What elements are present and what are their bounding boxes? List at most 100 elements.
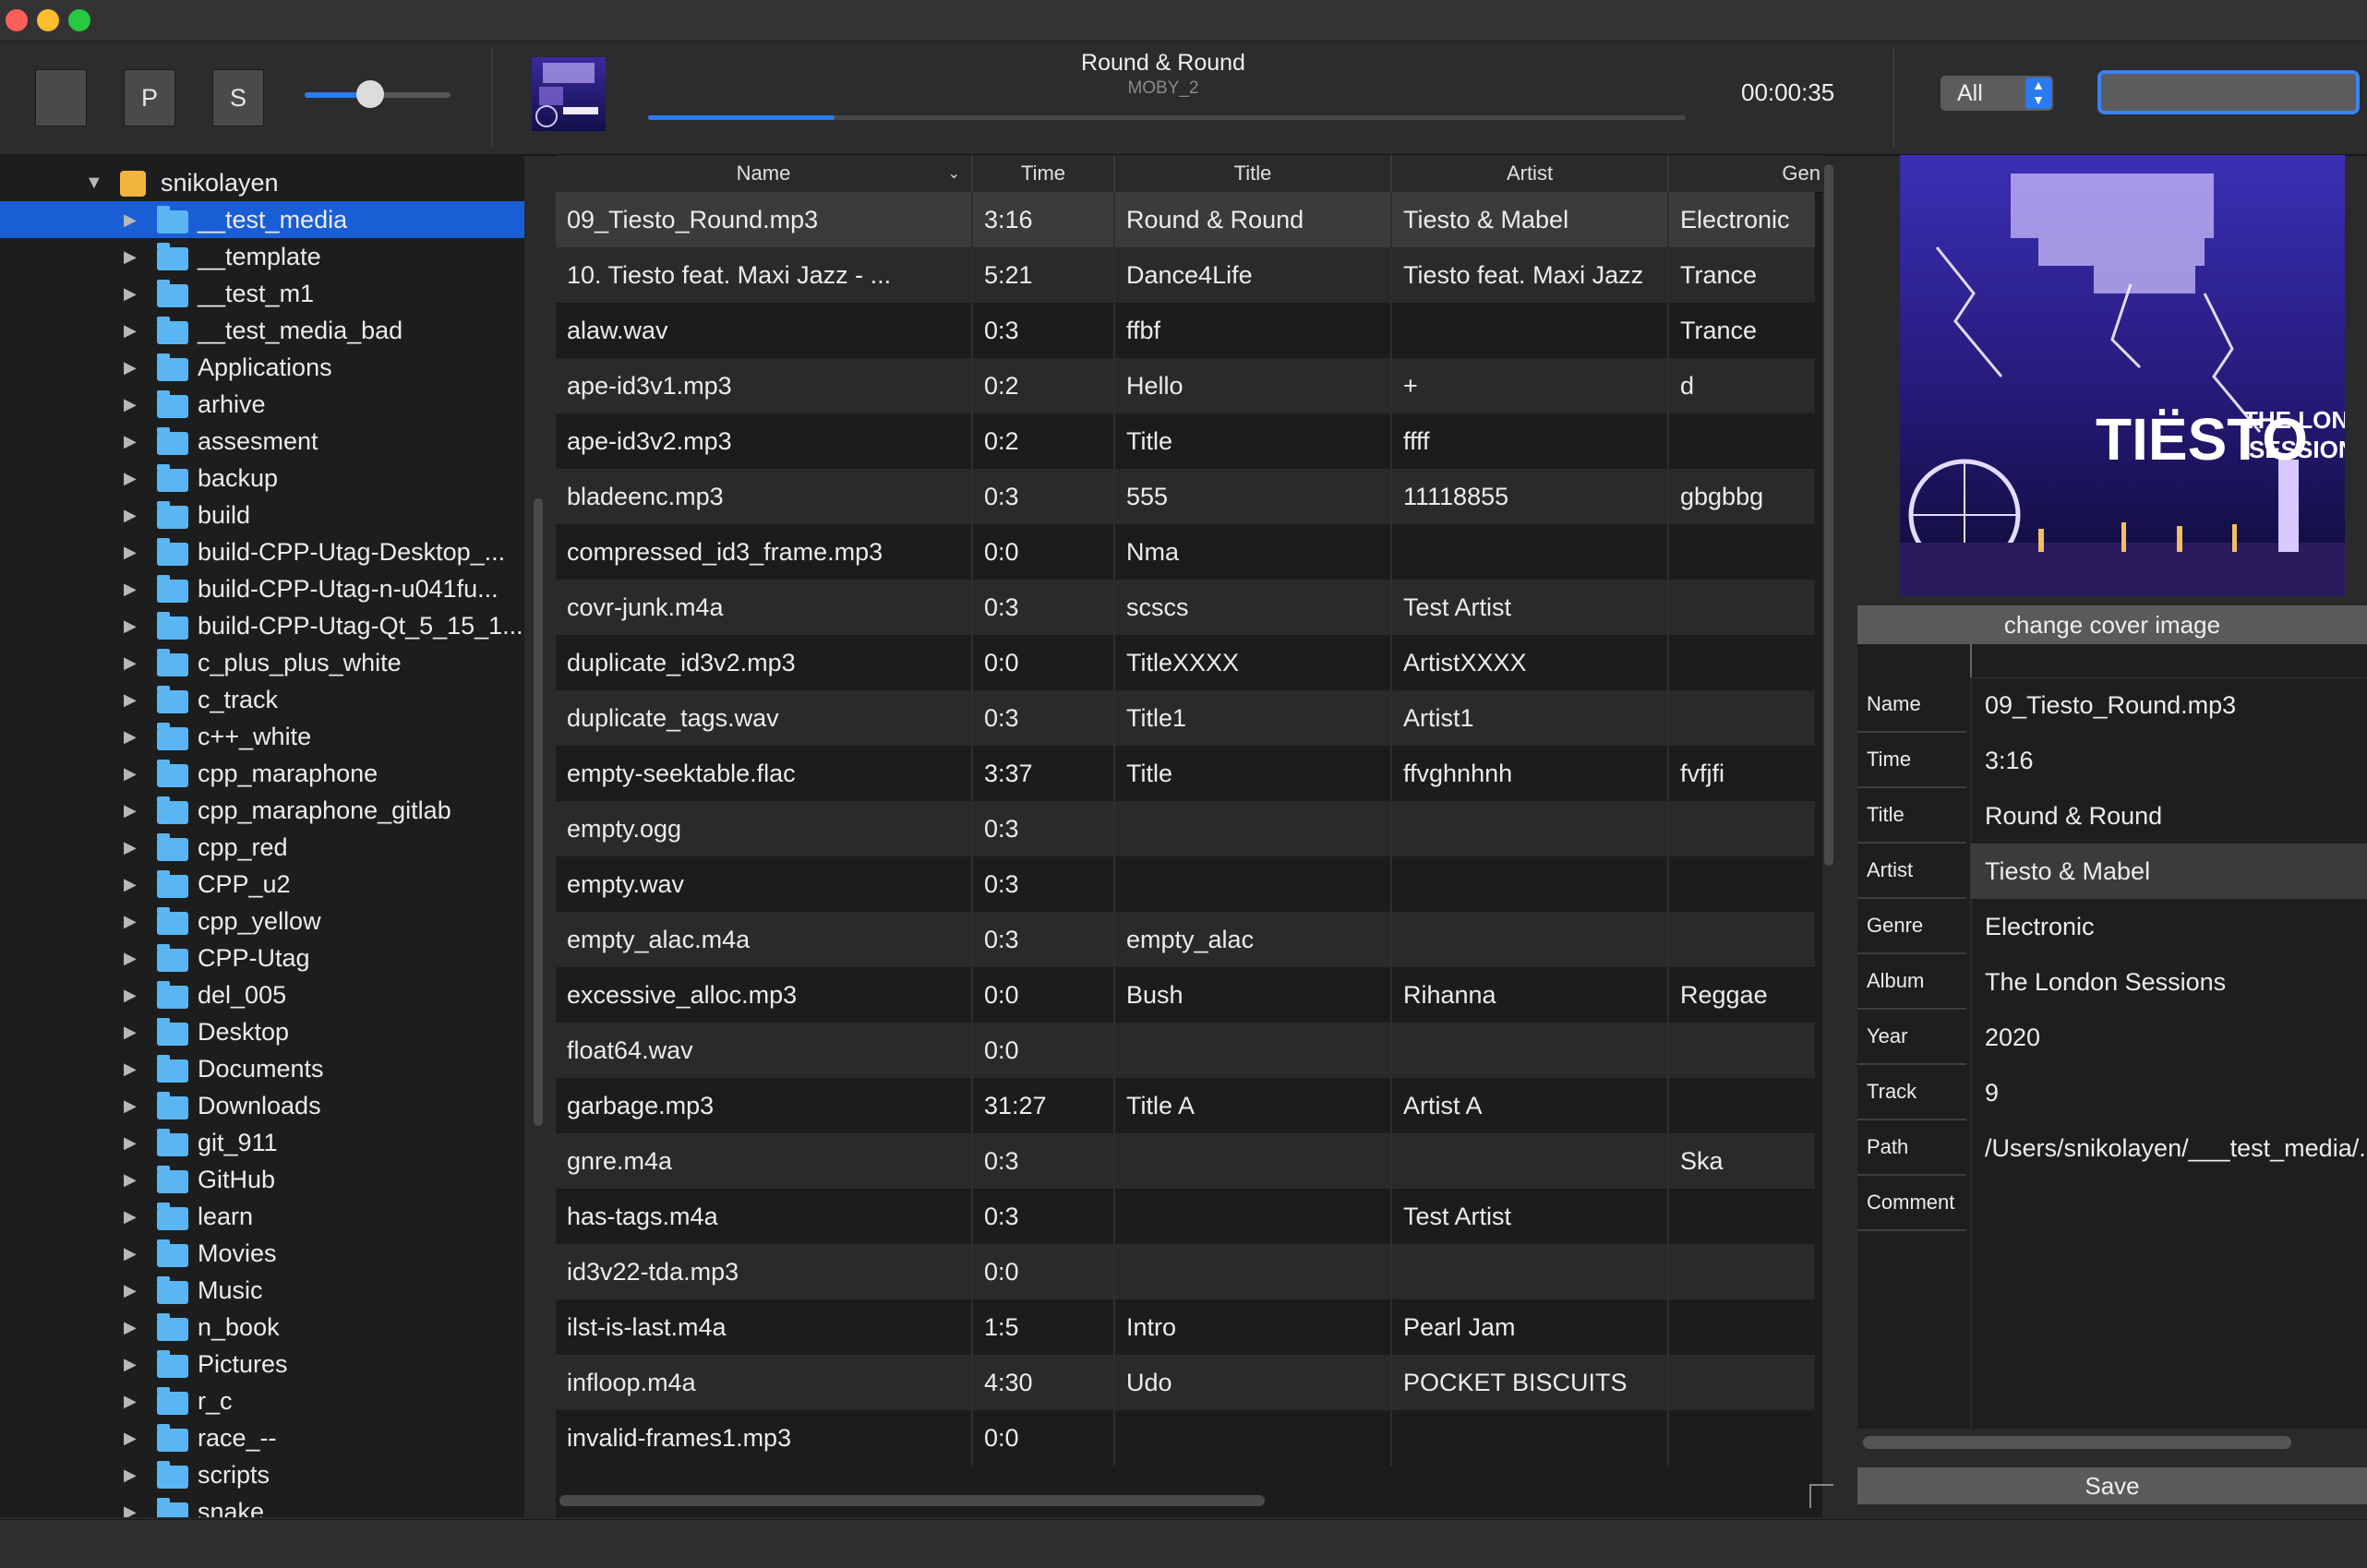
expand-right-icon[interactable]: ▶ <box>124 1429 137 1448</box>
expand-right-icon[interactable]: ▶ <box>124 1133 137 1153</box>
zoom-window-button[interactable] <box>68 9 90 31</box>
expand-right-icon[interactable]: ▶ <box>124 1207 137 1227</box>
expand-right-icon[interactable]: ▶ <box>124 580 137 599</box>
tree-item[interactable]: ▶ del_005 <box>0 976 524 1013</box>
tree-item[interactable]: ▶ cpp_yellow <box>0 903 524 940</box>
tree-item[interactable]: ▶ Desktop <box>0 1013 524 1050</box>
expand-right-icon[interactable]: ▶ <box>124 1244 137 1263</box>
expand-right-icon[interactable]: ▶ <box>124 506 137 525</box>
search-input[interactable] <box>2097 70 2360 114</box>
tag-field-value[interactable]: 09_Tiesto_Round.mp3 <box>1970 677 2367 733</box>
table-row[interactable]: empty.wav 0:3 <box>556 856 1815 912</box>
expand-right-icon[interactable]: ▶ <box>124 1355 137 1374</box>
tree-item[interactable]: ▶ r_c <box>0 1382 524 1419</box>
table-row[interactable]: 09_Tiesto_Round.mp3 3:16 Round & Round Ties… <box>556 192 1815 247</box>
expand-right-icon[interactable]: ▶ <box>124 543 137 562</box>
table-row[interactable]: ape-id3v1.mp3 0:2 Hello + d <box>556 358 1815 413</box>
table-row[interactable]: has-tags.m4a 0:3 Test Artist <box>556 1189 1815 1244</box>
table-row[interactable]: 10. Tiesto feat. Maxi Jazz - ... 5:21 Danc… <box>556 247 1815 303</box>
table-row[interactable]: empty.ogg 0:3 <box>556 801 1815 856</box>
expand-right-icon[interactable]: ▶ <box>124 653 137 673</box>
expand-right-icon[interactable]: ▶ <box>124 247 137 267</box>
volume-slider-knob[interactable] <box>356 80 385 108</box>
tag-field-value[interactable]: 2020 <box>1970 1010 2367 1065</box>
tree-item[interactable]: ▶ backup <box>0 460 524 497</box>
tag-field-value[interactable]: 9 <box>1970 1065 2367 1120</box>
expand-right-icon[interactable]: ▶ <box>124 1502 137 1518</box>
volume-slider[interactable] <box>305 80 451 108</box>
tree-item[interactable]: ▶ build <box>0 497 524 533</box>
tree-item[interactable]: ▶ assesment <box>0 423 524 460</box>
expand-right-icon[interactable]: ▶ <box>124 1466 137 1485</box>
sidebar-scrollbar[interactable] <box>534 498 543 1126</box>
expand-right-icon[interactable]: ▶ <box>124 395 137 414</box>
expand-right-icon[interactable]: ▶ <box>124 1096 137 1116</box>
table-row[interactable]: compressed_id3_frame.mp3 0:0 Nma <box>556 524 1815 580</box>
tag-field-value[interactable]: Round & Round <box>1970 788 2367 844</box>
table-row[interactable]: duplicate_tags.wav 0:3 Title1 Artist1 <box>556 690 1815 746</box>
expand-right-icon[interactable]: ▶ <box>124 838 137 857</box>
tree-item[interactable]: ▶ __test_media_bad <box>0 312 524 349</box>
table-row[interactable]: infloop.m4a 4:30 Udo POCKET BISCUITS <box>556 1355 1815 1410</box>
expand-right-icon[interactable]: ▶ <box>124 1023 137 1042</box>
table-row[interactable]: empty-seektable.flac 3:37 Title ffvghnhnh fv… <box>556 746 1815 801</box>
table-row[interactable]: duplicate_id3v2.mp3 0:0 TitleXXXX ArtistXXX… <box>556 635 1815 690</box>
expand-right-icon[interactable]: ▶ <box>124 1281 137 1300</box>
tree-item[interactable]: ▶ c_track <box>0 681 524 718</box>
expand-right-icon[interactable]: ▶ <box>124 284 137 304</box>
tag-editor-scrollbar[interactable] <box>1863 1436 2291 1449</box>
tree-item[interactable]: ▶ build-CPP-Utag-n-u041fu... <box>0 570 524 607</box>
expand-right-icon[interactable]: ▶ <box>124 1059 137 1079</box>
tag-field-value[interactable]: /Users/snikolayen/___test_media/... <box>1970 1120 2367 1176</box>
tree-item[interactable]: ▶ learn <box>0 1198 524 1235</box>
tree-item[interactable]: ▶ snake <box>0 1493 524 1517</box>
tag-field-value[interactable]: 3:16 <box>1970 733 2367 788</box>
table-row[interactable]: invalid-frames1.mp3 0:0 <box>556 1410 1815 1466</box>
expand-right-icon[interactable]: ▶ <box>124 690 137 710</box>
tree-item[interactable]: ▶ scripts <box>0 1456 524 1493</box>
table-row[interactable]: float64.wav 0:0 <box>556 1023 1815 1078</box>
table-vertical-scrollbar[interactable] <box>1824 164 1833 866</box>
expand-right-icon[interactable]: ▶ <box>124 875 137 894</box>
tree-item[interactable]: ▶ __template <box>0 238 524 275</box>
tree-item[interactable]: ▶ git_911 <box>0 1124 524 1161</box>
tag-field-value[interactable]: Tiesto & Mabel <box>1970 844 2367 899</box>
expand-right-icon[interactable]: ▶ <box>124 1392 137 1411</box>
tag-field-value[interactable]: Electronic <box>1970 899 2367 954</box>
tree-item[interactable]: ▶ Downloads <box>0 1087 524 1124</box>
shuffle-button[interactable]: S <box>212 69 264 126</box>
tree-item[interactable]: ▶ cpp_red <box>0 829 524 866</box>
tree-item[interactable]: ▶ GitHub <box>0 1161 524 1198</box>
column-header-artist[interactable]: Artist <box>1392 155 1669 192</box>
expand-right-icon[interactable]: ▶ <box>124 727 137 747</box>
tree-item[interactable]: ▶ c++_white <box>0 718 524 755</box>
expand-right-icon[interactable]: ▶ <box>124 1318 137 1337</box>
tree-item[interactable]: ▶ cpp_maraphone_gitlab <box>0 792 524 829</box>
tree-item[interactable]: ▶ __test_m1 <box>0 275 524 312</box>
save-button[interactable]: Save <box>1857 1467 2367 1504</box>
table-row[interactable]: excessive_alloc.mp3 0:0 Bush Rihanna Reggae <box>556 967 1815 1023</box>
expand-right-icon[interactable]: ▶ <box>124 321 137 341</box>
tree-item[interactable]: ▶ Pictures <box>0 1346 524 1382</box>
tree-item[interactable]: ▶ Applications <box>0 349 524 386</box>
expand-right-icon[interactable]: ▶ <box>124 949 137 968</box>
table-row[interactable]: bladeenc.mp3 0:3 555 11118855 gbgbbg <box>556 469 1815 524</box>
expand-right-icon[interactable]: ▶ <box>124 912 137 931</box>
table-row[interactable]: covr-junk.m4a 0:3 scscs Test Artist <box>556 580 1815 635</box>
table-row[interactable]: ilst-is-last.m4a 1:5 Intro Pearl Jam <box>556 1299 1815 1355</box>
table-row[interactable]: gnre.m4a 0:3 Ska <box>556 1133 1815 1189</box>
tag-field-value[interactable] <box>1970 1176 2367 1231</box>
tree-item[interactable]: ▶ n_book <box>0 1309 524 1346</box>
tag-field-value[interactable]: The London Sessions <box>1970 954 2367 1010</box>
expand-right-icon[interactable]: ▶ <box>124 210 137 230</box>
column-header-time[interactable]: Time <box>973 155 1115 192</box>
stop-button[interactable] <box>35 69 87 126</box>
change-cover-button[interactable]: change cover image <box>1857 605 2367 644</box>
column-header-name[interactable]: Name ⌄ <box>556 155 973 192</box>
minimize-window-button[interactable] <box>37 9 59 31</box>
tree-item[interactable]: ▶ c_plus_plus_white <box>0 644 524 681</box>
table-horizontal-scrollbar[interactable] <box>559 1495 1265 1506</box>
play-pause-button[interactable]: P <box>124 69 175 126</box>
tree-item[interactable]: ▶ CPP-Utag <box>0 940 524 976</box>
tree-item[interactable]: ▶ build-CPP-Utag-Desktop_... <box>0 533 524 570</box>
